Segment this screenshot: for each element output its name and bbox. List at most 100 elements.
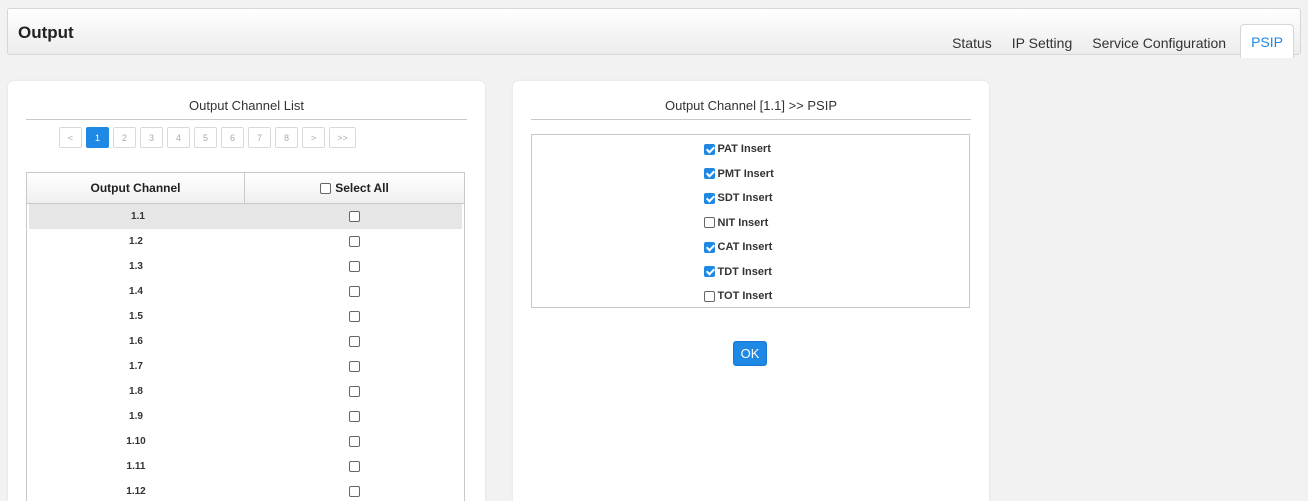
- divider: [26, 119, 467, 120]
- page-button-5[interactable]: 5: [194, 127, 217, 148]
- channel-checkbox[interactable]: [349, 236, 360, 247]
- tab-psip[interactable]: PSIP: [1240, 24, 1294, 58]
- select-cell: [245, 311, 464, 322]
- ok-button[interactable]: OK: [733, 341, 767, 366]
- psip-option-checkbox[interactable]: [703, 266, 715, 278]
- last-page-button[interactable]: >>: [329, 127, 356, 148]
- page-button-6[interactable]: 6: [221, 127, 244, 148]
- psip-option-control[interactable]: PMT Insert: [703, 168, 782, 180]
- tab-service-configuration[interactable]: Service Configuration: [1082, 28, 1236, 58]
- channel-cell: 1.1: [131, 211, 145, 222]
- psip-settings-panel: Output Channel [1.1] >> PSIP PAT Insert P…: [513, 81, 989, 501]
- channel-cell: 1.3: [129, 261, 143, 272]
- select-all-control[interactable]: Select All: [320, 181, 389, 195]
- page-button-2[interactable]: 2: [113, 127, 136, 148]
- channel-checkbox[interactable]: [349, 461, 360, 472]
- channel-cell: 1.6: [129, 336, 143, 347]
- column-header-output-channel: Output Channel: [27, 173, 245, 203]
- column-header-select-all: Select All: [245, 173, 464, 203]
- output-channel-list-panel: Output Channel List < 1 2 3 4 5 6 7 8 > …: [8, 81, 485, 501]
- select-cell: [245, 336, 464, 347]
- psip-option: TDT Insert: [532, 260, 969, 285]
- channel-cell: 1.5: [129, 311, 143, 322]
- channel-checkbox[interactable]: [349, 386, 360, 397]
- select-cell: [245, 261, 464, 272]
- table-row[interactable]: 1.10: [27, 429, 464, 454]
- table-row[interactable]: 1.12: [27, 479, 464, 501]
- psip-option-control[interactable]: NIT Insert: [703, 217, 782, 229]
- psip-option-checkbox[interactable]: [703, 217, 715, 229]
- page-button-7[interactable]: 7: [248, 127, 271, 148]
- psip-option-label: PAT Insert: [717, 143, 771, 156]
- select-cell: [245, 386, 464, 397]
- panel-title: Output Channel List: [189, 98, 304, 113]
- psip-option-checkbox[interactable]: [703, 143, 715, 155]
- psip-option-checkbox[interactable]: [703, 290, 715, 302]
- select-cell: [247, 211, 462, 222]
- table-row[interactable]: 1.6: [27, 329, 464, 354]
- channel-checkbox[interactable]: [349, 286, 360, 297]
- table-row[interactable]: 1.11: [27, 454, 464, 479]
- output-channel-table: Output Channel Select All 1.1 1.2 1.3 1.4 1.…: [26, 172, 465, 501]
- prev-page-button[interactable]: <: [59, 127, 82, 148]
- select-cell: [245, 486, 464, 497]
- psip-option-checkbox[interactable]: [703, 168, 715, 180]
- select-cell: [245, 236, 464, 247]
- channel-checkbox[interactable]: [349, 361, 360, 372]
- page-button-1[interactable]: 1: [86, 127, 109, 148]
- psip-option-control[interactable]: TOT Insert: [703, 290, 782, 302]
- table-row[interactable]: 1.3: [27, 254, 464, 279]
- page-button-4[interactable]: 4: [167, 127, 190, 148]
- table-row[interactable]: 1.4: [27, 279, 464, 304]
- table-row[interactable]: 1.7: [27, 354, 464, 379]
- table-row[interactable]: 1.8: [27, 379, 464, 404]
- psip-option-checkbox[interactable]: [703, 241, 715, 253]
- top-bar: Output Status IP Setting Service Configu…: [7, 8, 1301, 58]
- channel-cell: 1.9: [129, 411, 143, 422]
- select-all-label: Select All: [335, 181, 389, 195]
- table-row[interactable]: 1.9: [27, 404, 464, 429]
- psip-option: CAT Insert: [532, 235, 969, 260]
- next-page-button[interactable]: >: [302, 127, 325, 148]
- select-cell: [245, 461, 464, 472]
- table-row[interactable]: 1.5: [27, 304, 464, 329]
- table-body: 1.1 1.2 1.3 1.4 1.5 1.6 1.7 1.8 1.9 1.10 1.11 1.12: [27, 204, 464, 501]
- psip-option-control[interactable]: TDT Insert: [703, 266, 782, 278]
- channel-cell: 1.7: [129, 361, 143, 372]
- psip-option-control[interactable]: CAT Insert: [703, 241, 782, 254]
- psip-option-control[interactable]: SDT Insert: [703, 192, 782, 205]
- table-row[interactable]: 1.2: [27, 229, 464, 254]
- table-header: Output Channel Select All: [27, 173, 464, 204]
- channel-checkbox[interactable]: [349, 336, 360, 347]
- page-button-3[interactable]: 3: [140, 127, 163, 148]
- psip-option-label: CAT Insert: [717, 241, 773, 254]
- page-title: Output: [18, 23, 74, 42]
- psip-options-box: PAT Insert PMT Insert SDT Insert NIT Insert…: [531, 134, 970, 308]
- tab-ip-setting[interactable]: IP Setting: [1002, 28, 1082, 58]
- channel-checkbox[interactable]: [349, 311, 360, 322]
- pagination: < 1 2 3 4 5 6 7 8 > >>: [59, 127, 360, 148]
- channel-checkbox[interactable]: [349, 486, 360, 497]
- psip-option-label: SDT Insert: [717, 192, 773, 205]
- psip-option: SDT Insert: [532, 186, 969, 211]
- channel-checkbox[interactable]: [349, 436, 360, 447]
- table-row[interactable]: 1.1: [29, 204, 462, 229]
- channel-checkbox[interactable]: [349, 411, 360, 422]
- channel-cell: 1.12: [126, 486, 146, 497]
- page-button-8[interactable]: 8: [275, 127, 298, 148]
- tab-status[interactable]: Status: [942, 28, 1002, 58]
- channel-checkbox[interactable]: [349, 211, 360, 222]
- channel-cell: 1.8: [129, 386, 143, 397]
- channel-cell: 1.11: [126, 461, 146, 472]
- channel-checkbox[interactable]: [349, 261, 360, 272]
- psip-option-checkbox[interactable]: [703, 192, 715, 204]
- psip-option: PMT Insert: [532, 162, 969, 187]
- channel-cell: 1.10: [126, 436, 146, 447]
- select-cell: [245, 286, 464, 297]
- psip-option-control[interactable]: PAT Insert: [703, 143, 782, 156]
- select-all-checkbox[interactable]: [320, 182, 332, 194]
- select-cell: [245, 411, 464, 422]
- psip-option: NIT Insert: [532, 211, 969, 236]
- tab-bar: Status IP Setting Service Configuration …: [942, 24, 1294, 58]
- select-cell: [245, 361, 464, 372]
